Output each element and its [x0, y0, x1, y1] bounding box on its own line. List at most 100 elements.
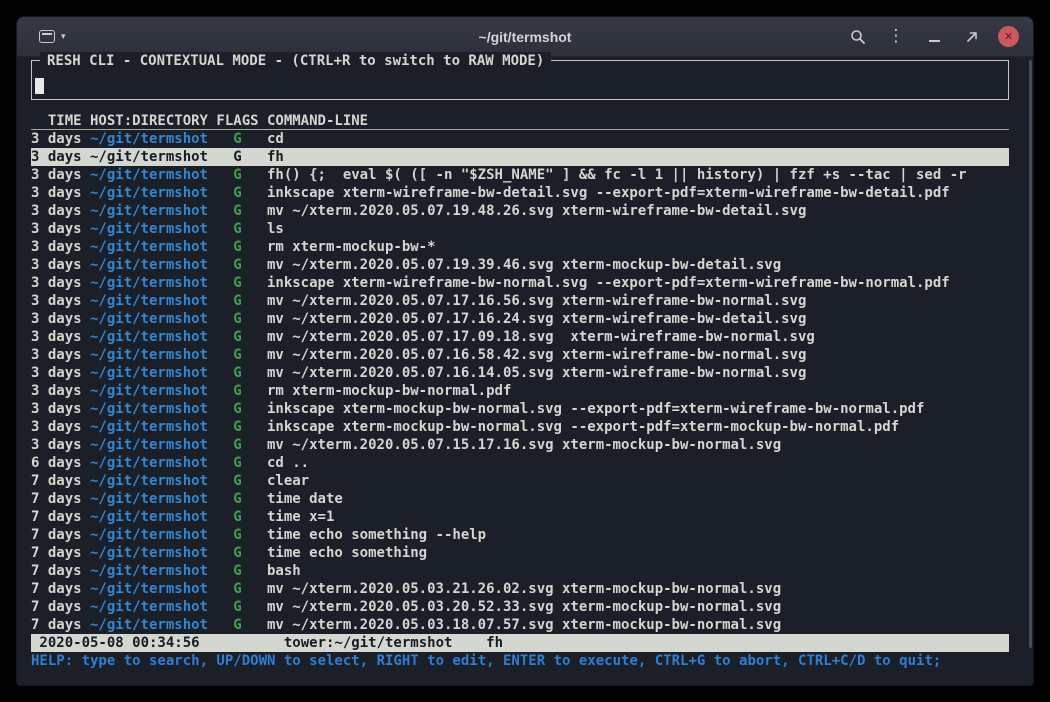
history-row[interactable]: 3 days ~/git/termshot G cd: [31, 130, 1009, 148]
search-button[interactable]: [846, 25, 870, 49]
menu-button[interactable]: ⋮: [884, 25, 908, 49]
history-row[interactable]: 7 days ~/git/termshot G time date: [31, 490, 1009, 508]
header-time: TIME: [31, 112, 82, 130]
scrollbar[interactable]: [1029, 60, 1032, 648]
history-row[interactable]: 3 days ~/git/termshot G mv ~/xterm.2020.…: [31, 364, 1009, 382]
titlebar[interactable]: ▾ ~/git/termshot ⋮ ✕: [17, 17, 1033, 57]
row-directory: ~/git/termshot: [90, 148, 208, 166]
row-command: time echo something --help: [267, 526, 486, 544]
row-flags: G: [216, 418, 258, 436]
row-flags: G: [216, 184, 258, 202]
row-directory: ~/git/termshot: [90, 274, 208, 292]
history-row[interactable]: 7 days ~/git/termshot G bash: [31, 562, 1009, 580]
history-row[interactable]: 7 days ~/git/termshot G time x=1: [31, 508, 1009, 526]
row-directory: ~/git/termshot: [90, 436, 208, 454]
row-flags: G: [216, 436, 258, 454]
history-row[interactable]: 3 days ~/git/termshot G ls: [31, 220, 1009, 238]
row-time: 7 days: [31, 616, 82, 634]
row-command: mv ~/xterm.2020.05.03.21.26.02.svg xterm…: [267, 580, 781, 598]
row-directory: ~/git/termshot: [90, 130, 208, 148]
row-directory: ~/git/termshot: [90, 184, 208, 202]
history-row[interactable]: 3 days ~/git/termshot G inkscape xterm-w…: [31, 274, 1009, 292]
search-panel[interactable]: RESH CLI - CONTEXTUAL MODE - (CTRL+R to …: [31, 60, 1009, 100]
history-row[interactable]: 3 days ~/git/termshot G inkscape xterm-w…: [31, 184, 1009, 202]
row-time: 7 days: [31, 472, 82, 490]
terminal-content[interactable]: RESH CLI - CONTEXTUAL MODE - (CTRL+R to …: [17, 57, 1033, 685]
row-flags: G: [216, 166, 258, 184]
row-command: mv ~/xterm.2020.05.07.16.58.42.svg xterm…: [267, 346, 806, 364]
restore-button[interactable]: [960, 25, 984, 49]
row-command: mv ~/xterm.2020.05.07.16.14.05.svg xterm…: [267, 364, 806, 382]
kebab-menu-icon: ⋮: [888, 28, 905, 45]
row-time: 3 days: [31, 256, 82, 274]
history-row[interactable]: 3 days ~/git/termshot G fh() {; eval $( …: [31, 166, 1009, 184]
minimize-icon: [929, 40, 940, 42]
history-row[interactable]: 3 days ~/git/termshot G mv ~/xterm.2020.…: [31, 256, 1009, 274]
row-time: 3 days: [31, 148, 82, 166]
history-row[interactable]: 3 days ~/git/termshot G rm xterm-mockup-…: [31, 382, 1009, 400]
history-header: TIME HOST:DIRECTORY FLAGS COMMAND-LINE: [31, 112, 1009, 130]
row-time: 3 days: [31, 238, 82, 256]
history-row[interactable]: 3 days ~/git/termshot G mv ~/xterm.2020.…: [31, 292, 1009, 310]
row-flags: G: [216, 508, 258, 526]
minimize-button[interactable]: [922, 25, 946, 49]
row-time: 7 days: [31, 490, 82, 508]
history-row[interactable]: 3 days ~/git/termshot G fh: [31, 148, 1009, 166]
new-terminal-icon: [39, 30, 55, 43]
close-button[interactable]: ✕: [998, 26, 1019, 47]
row-time: 3 days: [31, 418, 82, 436]
row-flags: G: [216, 616, 258, 634]
history-row[interactable]: 3 days ~/git/termshot G mv ~/xterm.2020.…: [31, 346, 1009, 364]
search-icon: [850, 29, 866, 45]
header-command-line: COMMAND-LINE: [267, 112, 368, 130]
row-flags: G: [216, 292, 258, 310]
row-flags: G: [216, 346, 258, 364]
history-row[interactable]: 7 days ~/git/termshot G mv ~/xterm.2020.…: [31, 580, 1009, 598]
row-flags: G: [216, 562, 258, 580]
header-flags: FLAGS: [216, 112, 258, 130]
row-flags: G: [216, 400, 258, 418]
history-row[interactable]: 7 days ~/git/termshot G clear: [31, 472, 1009, 490]
row-directory: ~/git/termshot: [90, 364, 208, 382]
row-flags: G: [216, 490, 258, 508]
row-command: mv ~/xterm.2020.05.07.15.17.16.svg xterm…: [267, 436, 781, 454]
history-row[interactable]: 6 days ~/git/termshot G cd ..: [31, 454, 1009, 472]
row-flags: G: [216, 454, 258, 472]
status-host-directory: tower:~/git/termshot: [284, 634, 453, 652]
history-row[interactable]: 3 days ~/git/termshot G mv ~/xterm.2020.…: [31, 202, 1009, 220]
history-row[interactable]: 7 days ~/git/termshot G time echo someth…: [31, 544, 1009, 562]
history-row[interactable]: 7 days ~/git/termshot G mv ~/xterm.2020.…: [31, 598, 1009, 616]
row-directory: ~/git/termshot: [90, 310, 208, 328]
row-flags: G: [216, 274, 258, 292]
row-flags: G: [216, 220, 258, 238]
row-directory: ~/git/termshot: [90, 166, 208, 184]
row-time: 7 days: [31, 562, 82, 580]
row-command: clear: [267, 472, 309, 490]
row-command: mv ~/xterm.2020.05.07.19.48.26.svg xterm…: [267, 202, 806, 220]
history-row[interactable]: 7 days ~/git/termshot G mv ~/xterm.2020.…: [31, 616, 1009, 634]
row-command: ls: [267, 220, 284, 238]
history-row[interactable]: 3 days ~/git/termshot G mv ~/xterm.2020.…: [31, 436, 1009, 454]
search-panel-title: RESH CLI - CONTEXTUAL MODE - (CTRL+R to …: [40, 52, 551, 70]
row-command: fh() {; eval $( ([ -n "$ZSH_NAME" ] && f…: [267, 166, 967, 184]
row-flags: G: [216, 256, 258, 274]
history-row[interactable]: 3 days ~/git/termshot G mv ~/xterm.2020.…: [31, 310, 1009, 328]
row-directory: ~/git/termshot: [90, 400, 208, 418]
new-tab-button[interactable]: ▾: [35, 26, 70, 47]
row-directory: ~/git/termshot: [90, 202, 208, 220]
history-row[interactable]: 3 days ~/git/termshot G mv ~/xterm.2020.…: [31, 328, 1009, 346]
row-time: 7 days: [31, 598, 82, 616]
row-time: 6 days: [31, 454, 82, 472]
header-host-directory: HOST:DIRECTORY: [90, 112, 208, 130]
status-timestamp: 2020-05-08 00:34:56: [39, 634, 199, 652]
row-command: cd ..: [267, 454, 309, 472]
history-row[interactable]: 3 days ~/git/termshot G inkscape xterm-m…: [31, 400, 1009, 418]
row-time: 3 days: [31, 328, 82, 346]
row-flags: G: [216, 544, 258, 562]
row-flags: G: [216, 472, 258, 490]
history-row[interactable]: 7 days ~/git/termshot G time echo someth…: [31, 526, 1009, 544]
row-time: 7 days: [31, 526, 82, 544]
history-row[interactable]: 3 days ~/git/termshot G inkscape xterm-m…: [31, 418, 1009, 436]
row-directory: ~/git/termshot: [90, 598, 208, 616]
history-row[interactable]: 3 days ~/git/termshot G rm xterm-mockup-…: [31, 238, 1009, 256]
